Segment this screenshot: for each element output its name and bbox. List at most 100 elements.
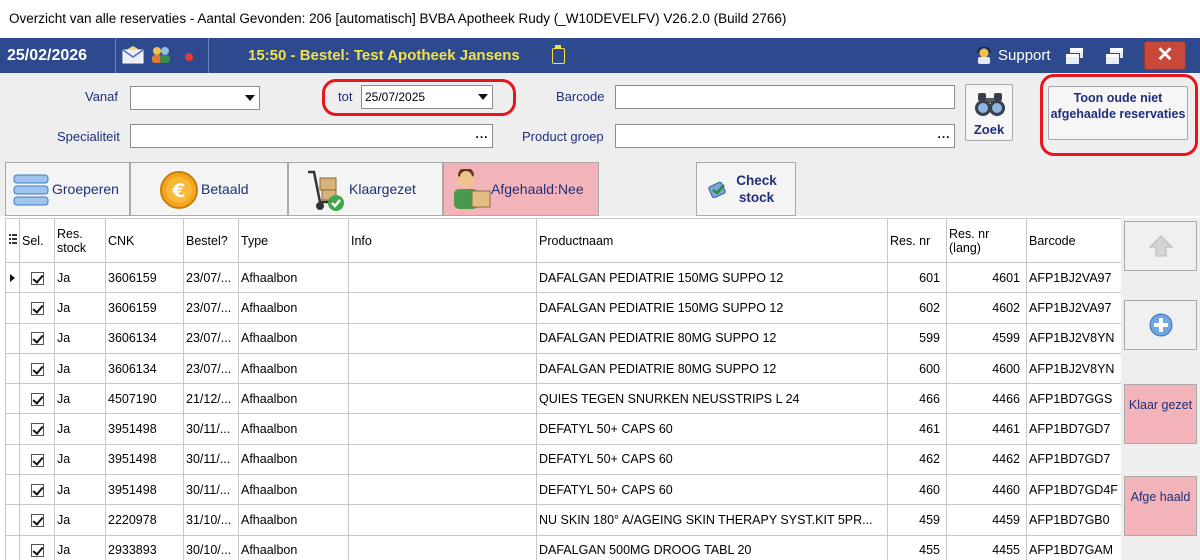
- row-indicator-cell[interactable]: [5, 474, 20, 506]
- res-stock-cell[interactable]: Ja: [54, 474, 106, 506]
- sel-cell[interactable]: [19, 413, 55, 445]
- res-nr-lang-cell[interactable]: 4460: [946, 474, 1027, 506]
- col-header-type[interactable]: Type: [238, 218, 349, 263]
- row-indicator-cell[interactable]: [5, 383, 20, 415]
- cnk-cell[interactable]: 2933893: [105, 534, 184, 560]
- productnaam-cell[interactable]: DAFALGAN 500MG DROOG TABL 20: [536, 534, 888, 560]
- res-nr-lang-cell[interactable]: 4600: [946, 352, 1027, 385]
- info-cell[interactable]: [348, 322, 537, 354]
- sel-cell[interactable]: [19, 504, 55, 536]
- bestel-cell[interactable]: 23/07/...: [183, 322, 239, 354]
- productnaam-cell[interactable]: DEFATYL 50+ CAPS 60: [536, 474, 888, 506]
- bestel-cell[interactable]: 30/11/...: [183, 443, 239, 476]
- col-header-barcode[interactable]: Barcode: [1026, 218, 1121, 263]
- select-checkbox[interactable]: [30, 453, 44, 467]
- table-row[interactable]: Ja 3951498 30/11/... Afhaalbon DEFATYL 50+ C…: [5, 443, 1121, 476]
- productgroep-browse-button[interactable]: ...: [936, 125, 952, 143]
- select-checkbox[interactable]: [30, 483, 44, 497]
- info-cell[interactable]: [348, 534, 537, 560]
- res-nr-cell[interactable]: 455: [887, 534, 947, 560]
- col-header-cnk[interactable]: CNK: [105, 218, 184, 263]
- reservations-grid[interactable]: Sel. Res. stock CNK Bestel? Type Info Pr…: [5, 218, 1121, 560]
- move-up-button[interactable]: [1124, 221, 1197, 271]
- sel-cell[interactable]: [19, 292, 55, 324]
- info-cell[interactable]: [348, 383, 537, 415]
- res-stock-cell[interactable]: Ja: [54, 352, 106, 385]
- mail-icon[interactable]: [122, 46, 144, 67]
- bestel-cell[interactable]: 31/10/...: [183, 504, 239, 536]
- barcode-cell[interactable]: AFP1BD7GD7: [1026, 413, 1121, 445]
- res-nr-lang-cell[interactable]: 4459: [946, 504, 1027, 536]
- bestel-cell[interactable]: 30/11/...: [183, 413, 239, 445]
- select-checkbox[interactable]: [30, 392, 44, 406]
- specialiteit-input[interactable]: ...: [130, 124, 493, 148]
- type-cell[interactable]: Afhaalbon: [238, 383, 349, 415]
- type-cell[interactable]: Afhaalbon: [238, 504, 349, 536]
- res-nr-lang-cell[interactable]: 4466: [946, 383, 1027, 415]
- klaargezet-button[interactable]: Klaargezet: [288, 162, 443, 216]
- barcode-cell[interactable]: AFP1BJ2VA97: [1026, 292, 1121, 324]
- col-header-res-stock[interactable]: Res. stock: [54, 218, 106, 263]
- res-stock-cell[interactable]: Ja: [54, 443, 106, 476]
- table-row[interactable]: Ja 4507190 21/12/... Afhaalbon QUIES TEGEN S…: [5, 383, 1121, 415]
- type-cell[interactable]: Afhaalbon: [238, 261, 349, 294]
- col-header-res-nr[interactable]: Res. nr: [887, 218, 947, 263]
- table-row[interactable]: Ja 3606134 23/07/... Afhaalbon DAFALGAN PEDI…: [5, 352, 1121, 385]
- col-header-sel[interactable]: Sel.: [19, 218, 55, 263]
- support-icon[interactable]: [975, 46, 993, 65]
- cnk-cell[interactable]: 3951498: [105, 474, 184, 506]
- res-stock-cell[interactable]: Ja: [54, 383, 106, 415]
- select-checkbox[interactable]: [30, 362, 44, 376]
- res-stock-cell[interactable]: Ja: [54, 261, 106, 294]
- bestel-cell[interactable]: 23/07/...: [183, 352, 239, 385]
- row-indicator-cell[interactable]: [5, 352, 20, 385]
- column-chooser-icon[interactable]: [5, 218, 20, 263]
- row-indicator-cell[interactable]: [5, 292, 20, 324]
- res-nr-cell[interactable]: 461: [887, 413, 947, 445]
- res-nr-lang-cell[interactable]: 4455: [946, 534, 1027, 560]
- productnaam-cell[interactable]: DEFATYL 50+ CAPS 60: [536, 413, 888, 445]
- bestel-cell[interactable]: 30/10/...: [183, 534, 239, 560]
- barcode-input[interactable]: [615, 85, 955, 109]
- barcode-cell[interactable]: AFP1BD7GD4F: [1026, 474, 1121, 506]
- productnaam-cell[interactable]: DAFALGAN PEDIATRIE 150MG SUPPO 12: [536, 261, 888, 294]
- res-nr-lang-cell[interactable]: 4599: [946, 322, 1027, 354]
- barcode-cell[interactable]: AFP1BJ2V8YN: [1026, 352, 1121, 385]
- bestel-cell[interactable]: 23/07/...: [183, 261, 239, 294]
- res-nr-lang-cell[interactable]: 4602: [946, 292, 1027, 324]
- productgroep-input[interactable]: ...: [615, 124, 955, 148]
- table-row[interactable]: Ja 3951498 30/11/... Afhaalbon DEFATYL 50+ C…: [5, 474, 1121, 506]
- close-button[interactable]: ✕: [1144, 41, 1186, 70]
- table-row[interactable]: Ja 3606159 23/07/... Afhaalbon DAFALGAN PEDI…: [5, 292, 1121, 324]
- table-row[interactable]: Ja 3951498 30/11/... Afhaalbon DEFATYL 50+ C…: [5, 413, 1121, 445]
- info-cell[interactable]: [348, 261, 537, 294]
- cnk-cell[interactable]: 4507190: [105, 383, 184, 415]
- row-indicator-cell[interactable]: [5, 413, 20, 445]
- barcode-cell[interactable]: AFP1BD7GGS: [1026, 383, 1121, 415]
- chevron-down-icon[interactable]: [245, 95, 255, 101]
- barcode-cell[interactable]: AFP1BJ2V8YN: [1026, 322, 1121, 354]
- type-cell[interactable]: Afhaalbon: [238, 292, 349, 324]
- res-nr-cell[interactable]: 459: [887, 504, 947, 536]
- res-stock-cell[interactable]: Ja: [54, 292, 106, 324]
- table-row[interactable]: Ja 2933893 30/10/... Afhaalbon DAFALGAN 500M…: [5, 534, 1121, 560]
- bestel-cell[interactable]: 30/11/...: [183, 474, 239, 506]
- sel-cell[interactable]: [19, 474, 55, 506]
- productnaam-cell[interactable]: DAFALGAN PEDIATRIE 80MG SUPPO 12: [536, 322, 888, 354]
- specialiteit-browse-button[interactable]: ...: [474, 125, 490, 143]
- res-stock-cell[interactable]: Ja: [54, 413, 106, 445]
- row-indicator-cell[interactable]: [5, 261, 20, 294]
- type-cell[interactable]: Afhaalbon: [238, 322, 349, 354]
- productnaam-cell[interactable]: NU SKIN 180° A/AGEING SKIN THERAPY SYST.…: [536, 504, 888, 536]
- table-row[interactable]: Ja 3606159 23/07/... Afhaalbon DAFALGAN PEDI…: [5, 261, 1121, 294]
- cnk-cell[interactable]: 3951498: [105, 443, 184, 476]
- type-cell[interactable]: Afhaalbon: [238, 534, 349, 560]
- res-nr-cell[interactable]: 460: [887, 474, 947, 506]
- chevron-down-icon[interactable]: [478, 94, 488, 100]
- table-row[interactable]: Ja 2220978 31/10/... Afhaalbon NU SKIN 180° …: [5, 504, 1121, 536]
- res-nr-cell[interactable]: 602: [887, 292, 947, 324]
- col-header-res-nr-lang[interactable]: Res. nr (lang): [946, 218, 1027, 263]
- select-checkbox[interactable]: [30, 544, 44, 558]
- select-checkbox[interactable]: [30, 271, 44, 285]
- betaald-button[interactable]: € Betaald: [130, 162, 288, 216]
